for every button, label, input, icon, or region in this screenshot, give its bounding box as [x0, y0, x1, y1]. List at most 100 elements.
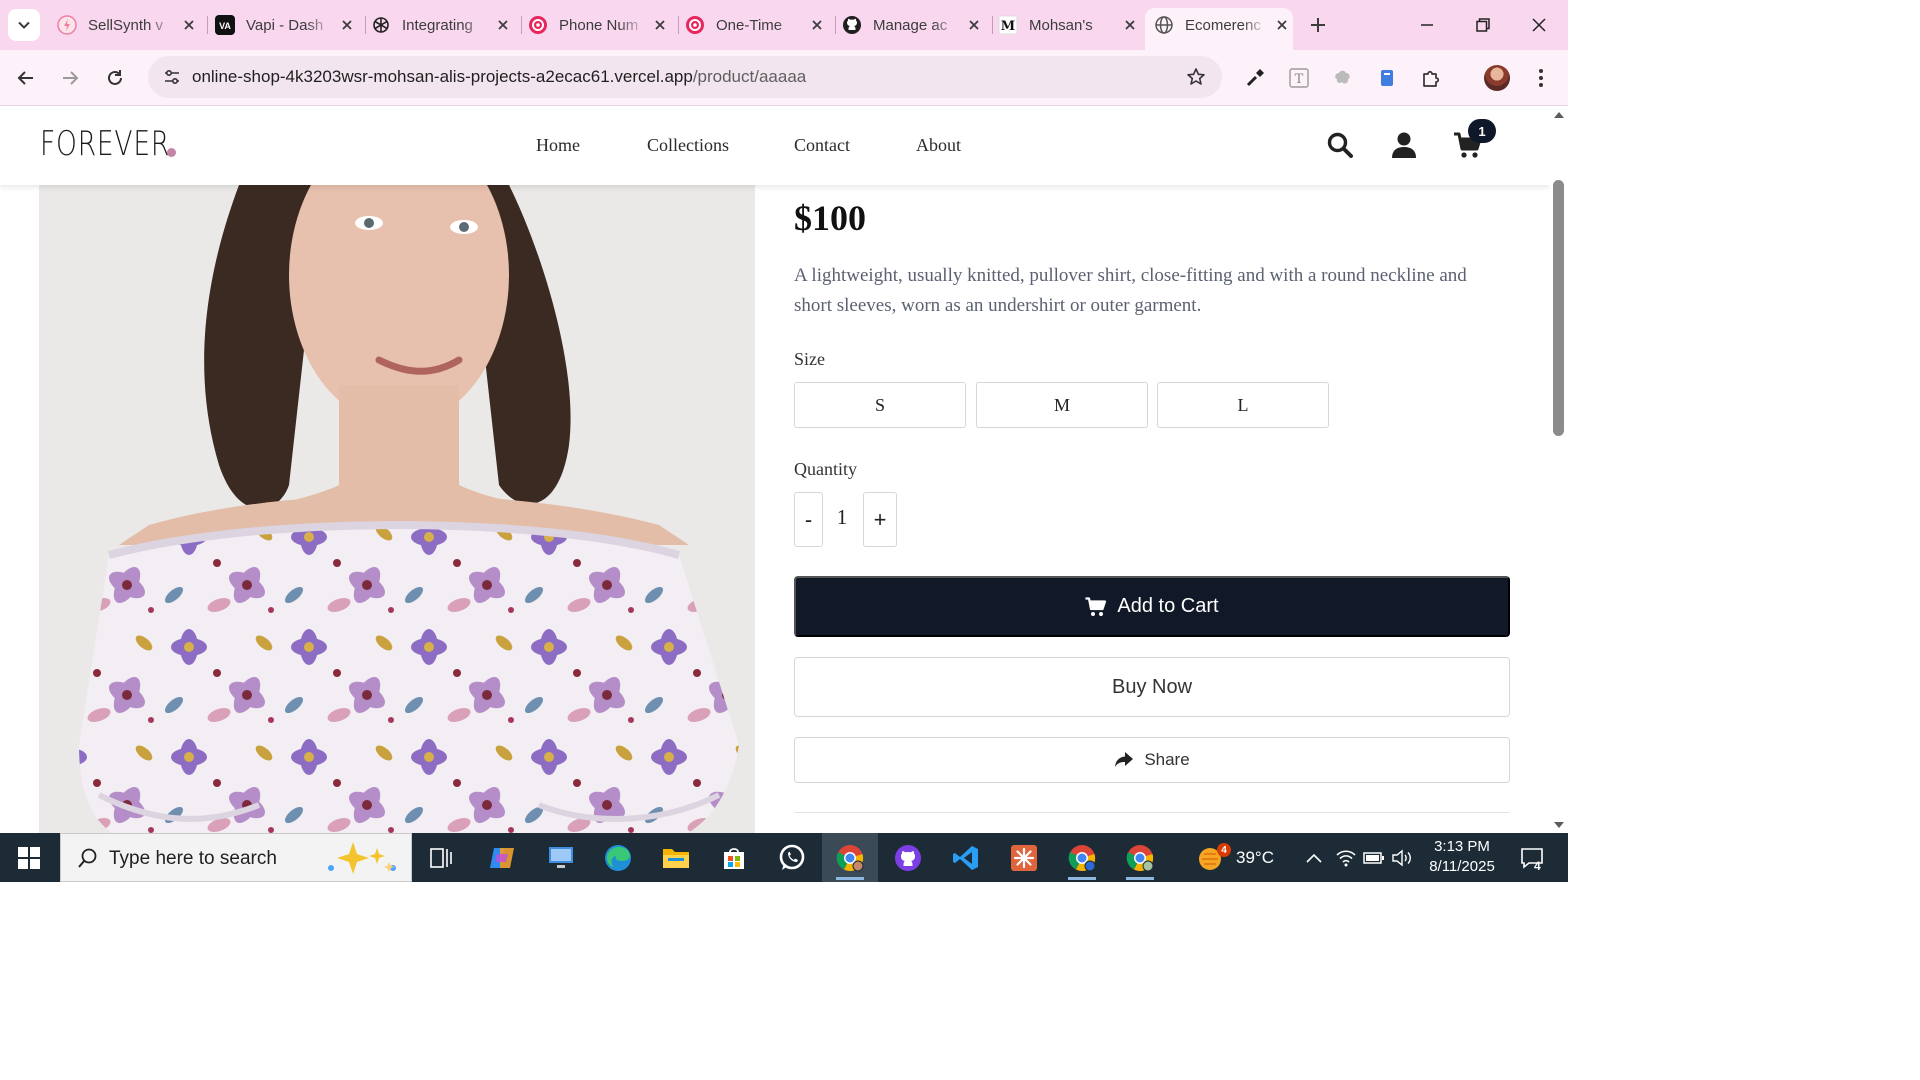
share-label: Share	[1144, 750, 1190, 769]
store-app[interactable]	[706, 833, 762, 882]
size-option-s[interactable]: S	[794, 382, 966, 428]
puzzle-icon	[1423, 70, 1440, 87]
show-hidden-icons-button[interactable]	[1300, 833, 1328, 882]
close-icon[interactable]	[1121, 16, 1139, 34]
size-label: Size	[794, 349, 825, 369]
task-view-button[interactable]	[413, 833, 469, 882]
close-icon[interactable]	[651, 16, 669, 34]
weather-temperature: 39°C	[1236, 847, 1274, 867]
chevron-down-icon	[18, 21, 30, 29]
desktop-app[interactable]	[533, 833, 589, 882]
close-window-button[interactable]	[1524, 10, 1554, 40]
openai-icon	[370, 14, 392, 36]
close-icon[interactable]	[494, 16, 512, 34]
network-status[interactable]	[1334, 833, 1358, 882]
wifi-icon	[1336, 849, 1356, 866]
tab-search-button[interactable]	[8, 9, 40, 41]
edge-icon	[605, 844, 631, 871]
close-icon[interactable]	[808, 16, 826, 34]
plus-icon	[1311, 18, 1325, 32]
scroll-down-arrow[interactable]	[1554, 822, 1564, 828]
address-bar[interactable]: online-shop-4k3203wsr-mohsan-alis-projec…	[148, 56, 1222, 98]
chrome-app[interactable]	[822, 833, 878, 882]
star-icon	[1187, 68, 1205, 85]
browser-tab[interactable]: Manage ac	[833, 8, 993, 42]
browser-tab[interactable]: Phone Num	[519, 8, 679, 42]
github-icon	[841, 14, 863, 36]
taskbar-clock[interactable]: 3:13 PM 8/11/2025	[1416, 837, 1508, 877]
windows-logo-icon	[18, 846, 40, 869]
browser-tab[interactable]: One-Time	[676, 8, 836, 42]
quantity-decrement-button[interactable]: -	[794, 492, 823, 547]
site-header: FOREVER Home Collections Contact About 1	[0, 106, 1550, 185]
copilot-app[interactable]	[474, 833, 530, 882]
close-icon[interactable]	[965, 16, 983, 34]
size-option-m[interactable]: M	[976, 382, 1148, 428]
start-button[interactable]	[0, 833, 58, 882]
quantity-increment-button[interactable]: +	[863, 492, 897, 547]
site-info-button[interactable]	[156, 61, 188, 93]
text-extension[interactable]: T	[1286, 65, 1312, 91]
arrow-right-icon	[63, 71, 79, 85]
restore-button[interactable]	[1468, 10, 1498, 40]
close-icon[interactable]	[338, 16, 356, 34]
volume-control[interactable]	[1390, 833, 1414, 882]
claude-app[interactable]	[996, 833, 1052, 882]
page-scrollbar[interactable]	[1550, 106, 1568, 833]
browser-tab-active[interactable]: Ecomerenc	[1145, 8, 1293, 50]
nav-collections[interactable]: Collections	[647, 135, 729, 156]
taskbar-search-box[interactable]: Type here to search	[60, 833, 412, 882]
buy-now-button[interactable]: Buy Now	[794, 657, 1510, 717]
chrome-profile-app[interactable]	[1112, 833, 1168, 882]
new-tab-button[interactable]	[1304, 11, 1332, 39]
minimize-icon	[1421, 24, 1433, 26]
url-text: online-shop-4k3203wsr-mohsan-alis-projec…	[192, 67, 806, 87]
scrollbar-thumb[interactable]	[1553, 180, 1564, 436]
github-desktop-app[interactable]	[880, 833, 936, 882]
site-logo[interactable]: FOREVER	[40, 124, 170, 164]
nav-about[interactable]: About	[916, 135, 961, 156]
tune-icon	[165, 69, 179, 85]
browser-tab[interactable]: VA Vapi - Dash	[206, 8, 366, 42]
sparkle-icon	[328, 842, 396, 874]
add-to-cart-button[interactable]: Add to Cart	[794, 576, 1510, 637]
nav-home[interactable]: Home	[536, 135, 580, 156]
search-button[interactable]	[1325, 130, 1355, 160]
chevron-up-icon	[1306, 853, 1322, 863]
forward-button[interactable]	[54, 62, 86, 94]
close-icon[interactable]	[180, 16, 198, 34]
reload-button[interactable]	[99, 62, 131, 94]
edge-app[interactable]	[590, 833, 646, 882]
notification-center-button[interactable]: 4	[1512, 833, 1552, 882]
file-explorer-app[interactable]	[648, 833, 704, 882]
scroll-up-arrow[interactable]	[1554, 112, 1564, 118]
eyedropper-extension[interactable]	[1242, 65, 1268, 91]
vscode-app[interactable]	[938, 833, 994, 882]
tab-title: Manage ac	[873, 16, 948, 34]
share-button[interactable]: Share	[794, 737, 1510, 783]
battery-status[interactable]	[1362, 833, 1386, 882]
chrome-profile-app[interactable]	[1054, 833, 1110, 882]
browser-tab[interactable]: Integrating	[362, 8, 522, 42]
brain-extension[interactable]	[1330, 65, 1356, 91]
copy-extension[interactable]	[1374, 65, 1400, 91]
browser-menu-button[interactable]	[1528, 65, 1554, 91]
product-image[interactable]	[39, 185, 755, 833]
account-button[interactable]	[1389, 130, 1419, 160]
browser-toolbar: online-shop-4k3203wsr-mohsan-alis-projec…	[0, 50, 1568, 106]
back-button[interactable]	[10, 62, 42, 94]
medium-icon: M	[997, 14, 1019, 36]
extensions-button[interactable]	[1418, 65, 1444, 91]
browser-tab[interactable]: SellSynth v	[48, 8, 208, 42]
logo-dot	[167, 148, 176, 157]
minimize-button[interactable]	[1412, 10, 1442, 40]
browser-tab[interactable]: M Mohsan's	[989, 8, 1139, 42]
globe-icon	[1153, 14, 1175, 36]
weather-widget[interactable]: 39°C	[1196, 833, 1286, 882]
size-option-l[interactable]: L	[1157, 382, 1329, 428]
bookmark-button[interactable]	[1184, 65, 1208, 89]
nav-contact[interactable]: Contact	[794, 135, 850, 156]
profile-avatar[interactable]	[1484, 65, 1510, 91]
close-icon[interactable]	[1273, 16, 1291, 34]
whatsapp-app[interactable]	[764, 833, 820, 882]
